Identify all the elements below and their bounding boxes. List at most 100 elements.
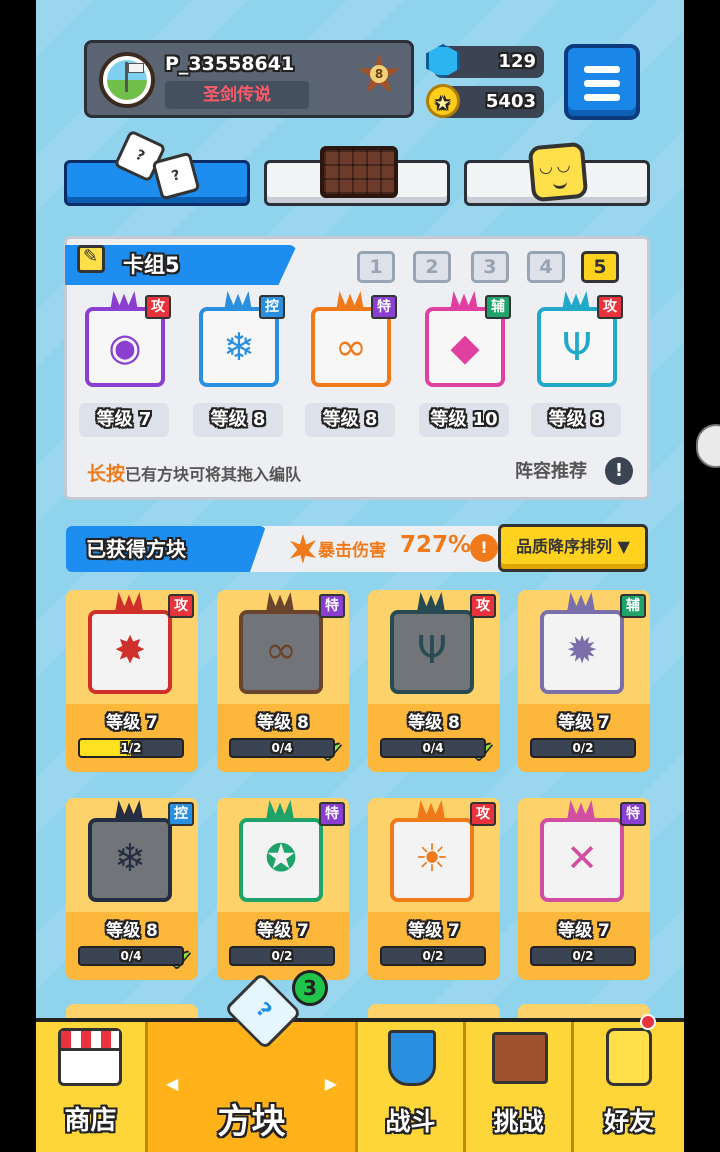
deck-card[interactable]: ❄ 控 xyxy=(189,291,285,391)
block-type-tag: 控 xyxy=(259,295,285,319)
crit-burst-icon xyxy=(290,534,316,564)
block-type-tag: 特 xyxy=(319,594,345,618)
crit-info-icon[interactable]: ! xyxy=(470,534,498,562)
deck-slot-5[interactable]: 5 xyxy=(581,251,619,283)
bottom-nav: 商店 ◀ ▶ 方块 战斗 挑战 好友 xyxy=(36,1018,684,1152)
deck-card[interactable]: ◆ 辅 xyxy=(415,291,511,391)
friend-character-icon xyxy=(606,1028,652,1086)
owned-card-level: 等级 7 xyxy=(558,921,610,941)
upgrade-progress-text: 0/4 xyxy=(271,741,293,755)
block-type-tag: 攻 xyxy=(145,295,171,319)
nav-block-label: 方块 xyxy=(217,1102,286,1142)
owned-card[interactable]: ✸ 攻等级 7 1/2 xyxy=(66,590,198,772)
shield-icon xyxy=(388,1030,436,1086)
deck-slot-2[interactable]: 2 xyxy=(413,251,451,283)
arrow-right-icon[interactable]: ▶ xyxy=(325,1074,337,1093)
block-emblem-icon: ◉ xyxy=(108,325,142,369)
game-screen: P_33558641 圣剑传说 8 129 5403 ? ? 卡组5 12345… xyxy=(36,0,684,1152)
deck-card-level: 等级 7 xyxy=(79,403,169,437)
upgrade-progress-text: 0/4 xyxy=(120,949,142,963)
block-emblem-icon: ✕ xyxy=(566,836,598,880)
block-emblem-icon: ❄ xyxy=(223,325,255,369)
upgrade-progress-bar: 0/2 xyxy=(530,946,636,966)
block-frame: Ψ xyxy=(537,307,617,387)
hamburger-menu-icon xyxy=(584,66,620,73)
nav-shop[interactable]: 商店 xyxy=(36,1022,148,1152)
sort-dropdown[interactable]: 品质降序排列 ▼ xyxy=(498,524,648,572)
owned-title: 已获得方块 xyxy=(66,526,266,572)
floating-chat-button[interactable] xyxy=(696,424,720,468)
deck-card[interactable]: Ψ攻 xyxy=(527,291,623,391)
block-type-tag: 特 xyxy=(371,295,397,319)
edit-pencil-icon[interactable] xyxy=(77,245,105,273)
owned-header: 已获得方块 暴击伤害 727% ! xyxy=(66,526,512,572)
block-emblem-icon: ✸ xyxy=(114,628,146,672)
gem-count: 129 xyxy=(498,51,536,72)
block-type-tag: 特 xyxy=(319,802,345,826)
owned-card[interactable]: ✹ 辅等级 7 0/2 xyxy=(518,590,650,772)
nav-challenge[interactable]: 挑战 xyxy=(466,1022,574,1152)
owned-card-level: 等级 7 xyxy=(106,713,158,733)
block-type-tag: 攻 xyxy=(168,594,194,618)
owned-card-level: 等级 7 xyxy=(408,921,460,941)
upgrade-progress-text: 0/2 xyxy=(271,949,293,963)
block-emblem-icon: Ψ xyxy=(562,325,592,369)
lineup-recommend-button[interactable]: 阵容推荐 xyxy=(515,457,587,483)
block-emblem-icon: ❄ xyxy=(114,836,146,880)
block-frame: ◆ xyxy=(425,307,505,387)
crit-label: 暴击伤害 xyxy=(318,541,386,561)
player-title: 圣剑传说 xyxy=(165,81,309,109)
block-count-badge: 3 xyxy=(292,970,328,1006)
deck-slot-4[interactable]: 4 xyxy=(527,251,565,283)
signpost-icon xyxy=(492,1032,548,1084)
nav-friends[interactable]: 好友 xyxy=(574,1022,684,1152)
owned-card-level: 等级 7 xyxy=(257,921,309,941)
deck-card[interactable]: ∞ 特 xyxy=(301,291,397,391)
nav-challenge-label: 挑战 xyxy=(493,1107,544,1136)
deck-title: 卡组5 xyxy=(123,253,180,277)
block-type-tag: 攻 xyxy=(470,802,496,826)
crit-value: 727% xyxy=(400,532,472,558)
owned-card[interactable]: ✕ 特等级 7 0/2 xyxy=(518,798,650,980)
upgrade-progress-bar: 0/4 xyxy=(78,946,184,966)
block-emblem-icon: ∞ xyxy=(335,325,367,369)
block-frame: ∞ xyxy=(311,307,391,387)
deck-card[interactable]: ◉ 攻 xyxy=(75,291,171,391)
dice-cube-icon: ? xyxy=(224,972,302,1052)
emote-icon xyxy=(527,141,589,203)
deck-slot-1[interactable]: 1 xyxy=(357,251,395,283)
block-frame: ☀ xyxy=(390,818,474,902)
block-emblem-icon: ☀ xyxy=(414,836,450,880)
block-type-tag: 攻 xyxy=(470,594,496,618)
block-type-tag: 特 xyxy=(620,802,646,826)
deck-slot-3[interactable]: 3 xyxy=(471,251,509,283)
upgrade-progress-text: 0/2 xyxy=(572,949,594,963)
block-frame: ✸ xyxy=(88,610,172,694)
block-emblem-icon: ✪ xyxy=(265,836,297,880)
menu-button[interactable] xyxy=(564,44,640,120)
arrow-left-icon[interactable]: ◀ xyxy=(166,1074,178,1093)
upgrade-progress-bar: 0/2 xyxy=(229,946,335,966)
rank-star-icon: 8 xyxy=(357,53,401,97)
hint-text: 已有方块可将其拖入编队 xyxy=(125,465,302,484)
info-icon[interactable]: ! xyxy=(605,457,633,485)
player-profile-panel[interactable]: P_33558641 圣剑传说 8 xyxy=(84,40,414,118)
owned-card[interactable]: Ψ攻✔等级 80/4 xyxy=(368,590,500,772)
chevron-down-icon: ▼ xyxy=(617,537,630,556)
upgrade-progress-bar: 0/4 xyxy=(229,738,335,758)
gem-counter[interactable]: 129 xyxy=(426,44,544,78)
block-frame: ✕ xyxy=(540,818,624,902)
nav-battle[interactable]: 战斗 xyxy=(358,1022,466,1152)
owned-card[interactable]: ❄控✔等级 80/4 xyxy=(66,798,198,980)
owned-card-level: 等级 7 xyxy=(558,713,610,733)
shop-icon xyxy=(58,1028,122,1086)
upgrade-progress-text: 0/4 xyxy=(422,741,444,755)
sort-label: 品质降序排列 xyxy=(516,537,613,556)
deck-card-level: 等级 8 xyxy=(531,403,621,437)
owned-card[interactable]: ✪ 特等级 7 0/2 xyxy=(217,798,349,980)
gold-counter[interactable]: 5403 xyxy=(426,84,544,120)
upgrade-progress-bar: 0/2 xyxy=(530,738,636,758)
dice-icon: ? ? xyxy=(113,129,226,206)
owned-card[interactable]: ☀ 攻等级 7 0/2 xyxy=(368,798,500,980)
owned-card[interactable]: ∞特✔等级 80/4 xyxy=(217,590,349,772)
